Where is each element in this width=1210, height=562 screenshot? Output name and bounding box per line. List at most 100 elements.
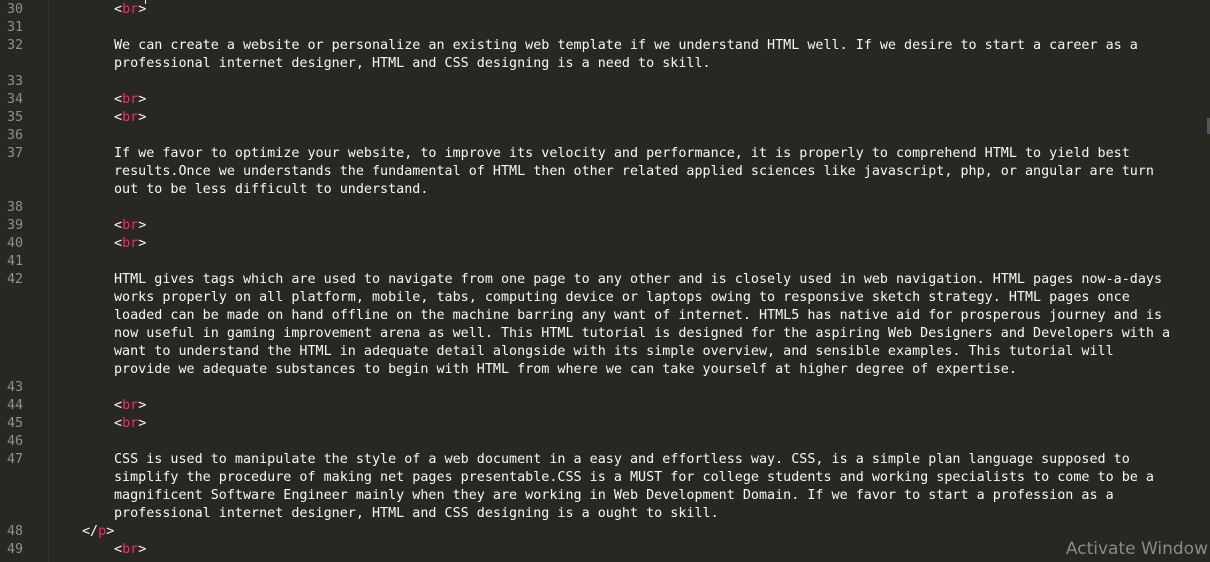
line-number: 34 (7, 92, 24, 107)
html-tag: <br> (114, 217, 146, 235)
text-content: CSS is used to manipulate the style of a… (114, 452, 1130, 467)
line-number: 37 (7, 146, 24, 161)
tag-bracket: > (138, 542, 147, 557)
code-line[interactable]: 31 (0, 19, 1210, 37)
tag-name: br (122, 92, 139, 107)
line-number: 36 (7, 128, 24, 143)
code-line[interactable]: 44 <br> (0, 397, 1210, 415)
tag-bracket: < (114, 236, 123, 251)
code-line[interactable]: 37 If we favor to optimize your website, … (0, 145, 1210, 163)
text-content: loaded can be made on hand offline on th… (114, 308, 1163, 323)
line-number: 31 (7, 20, 24, 35)
tag-bracket: > (138, 92, 147, 107)
line-number: 39 (7, 218, 24, 233)
code-line[interactable]: now useful in gaming improvement arena a… (0, 325, 1210, 343)
text-content: works properly on all platform, mobile, … (114, 290, 1130, 305)
line-number: 47 (7, 452, 24, 467)
code-line[interactable]: 40 <br> (0, 235, 1210, 253)
code-line[interactable]: 38 (0, 199, 1210, 217)
code-line[interactable]: want to understand the HTML in adequate … (0, 343, 1210, 361)
line-number: 33 (7, 74, 24, 89)
code-line[interactable]: professional internet designer, HTML and… (0, 55, 1210, 73)
code-line[interactable]: provide we adequate substances to begin … (0, 361, 1210, 379)
code-line[interactable]: 41 (0, 253, 1210, 271)
line-number: 48 (7, 524, 24, 539)
html-tag: <br> (114, 109, 146, 127)
line-number: 49 (7, 542, 24, 557)
tag-bracket: > (138, 218, 147, 233)
code-line[interactable]: 30 <br> (0, 1, 1210, 19)
text-content: results.Once we understands the fundamen… (114, 164, 1154, 179)
tag-bracket: < (114, 92, 123, 107)
line-number: 41 (7, 254, 24, 269)
tag-bracket: < (114, 2, 123, 17)
line-number: 32 (7, 38, 24, 53)
code-line[interactable]: results.Once we understands the fundamen… (0, 163, 1210, 181)
code-line[interactable]: professional internet designer, HTML and… (0, 505, 1210, 523)
tag-name: br (122, 398, 139, 413)
text-content: If we favor to optimize your website, to… (114, 146, 1130, 161)
text-content: out to be less difficult to understand. (114, 182, 429, 197)
code-line[interactable]: 39 <br> (0, 217, 1210, 235)
text-content: professional internet designer, HTML and… (114, 56, 711, 71)
tag-bracket: > (106, 524, 115, 539)
tag-name: br (122, 110, 139, 125)
tag-name: br (122, 542, 139, 557)
html-tag: <br> (114, 1, 146, 19)
text-content: professional internet designer, HTML and… (114, 506, 719, 521)
code-line[interactable]: 46 (0, 433, 1210, 451)
html-tag: </p> (82, 523, 114, 541)
tag-bracket: < (114, 416, 123, 431)
line-number: 43 (7, 380, 24, 395)
html-tag: <br> (114, 91, 146, 109)
text-content: want to understand the HTML in adequate … (114, 344, 1114, 359)
tag-bracket: </ (82, 524, 99, 539)
tag-bracket: < (114, 398, 123, 413)
tag-name: p (98, 524, 107, 539)
code-line[interactable]: 42 HTML gives tags which are used to navi… (0, 271, 1210, 289)
text-content: simplify the procedure of making net pag… (114, 470, 1154, 485)
line-number: 45 (7, 416, 24, 431)
tag-bracket: > (138, 236, 147, 251)
code-line[interactable]: out to be less difficult to understand. (0, 181, 1210, 199)
tag-bracket: < (114, 110, 123, 125)
code-line[interactable]: works properly on all platform, mobile, … (0, 289, 1210, 307)
tag-name: br (122, 236, 139, 251)
code-line[interactable]: 47 CSS is used to manipulate the style of… (0, 451, 1210, 469)
code-line[interactable]: 32 We can create a website or personalize… (0, 37, 1210, 55)
text-content: HTML gives tags which are used to naviga… (114, 272, 1163, 287)
code-editor[interactable]: 30 <br> 31 32 We can create a website or per… (0, 0, 1210, 562)
text-content: provide we adequate substances to begin … (114, 362, 1017, 377)
tag-name: br (122, 2, 139, 17)
code-line[interactable]: 36 (0, 127, 1210, 145)
activation-watermark: Activate Window (1065, 539, 1208, 559)
tag-bracket: > (138, 110, 147, 125)
code-line[interactable]: 34 <br> (0, 91, 1210, 109)
code-line[interactable]: loaded can be made on hand offline on th… (0, 307, 1210, 325)
text-content: magnificent Software Engineer mainly whe… (114, 488, 1114, 503)
line-number: 46 (7, 434, 24, 449)
tag-name: br (122, 416, 139, 431)
code-line[interactable]: 49 <br> (0, 541, 1210, 559)
line-number: 44 (7, 398, 24, 413)
code-line[interactable]: 45 <br> (0, 415, 1210, 433)
tag-bracket: < (114, 542, 123, 557)
html-tag: <br> (114, 541, 146, 559)
tag-bracket: > (138, 2, 147, 17)
line-number: 35 (7, 110, 24, 125)
text-cursor (145, 0, 146, 4)
code-line[interactable]: 33 (0, 73, 1210, 91)
line-number: 40 (7, 236, 24, 251)
line-number: 38 (7, 200, 24, 215)
tag-name: br (122, 218, 139, 233)
code-line[interactable]: simplify the procedure of making net pag… (0, 469, 1210, 487)
code-line[interactable]: 48 </p> (0, 523, 1210, 541)
text-content: We can create a website or personalize a… (114, 38, 1138, 53)
code-line[interactable]: 43 (0, 379, 1210, 397)
html-tag: <br> (114, 397, 146, 415)
tag-bracket: < (114, 218, 123, 233)
html-tag: <br> (114, 235, 146, 253)
line-number: 30 (7, 2, 24, 17)
code-line[interactable]: magnificent Software Engineer mainly whe… (0, 487, 1210, 505)
code-line[interactable]: 35 <br> (0, 109, 1210, 127)
